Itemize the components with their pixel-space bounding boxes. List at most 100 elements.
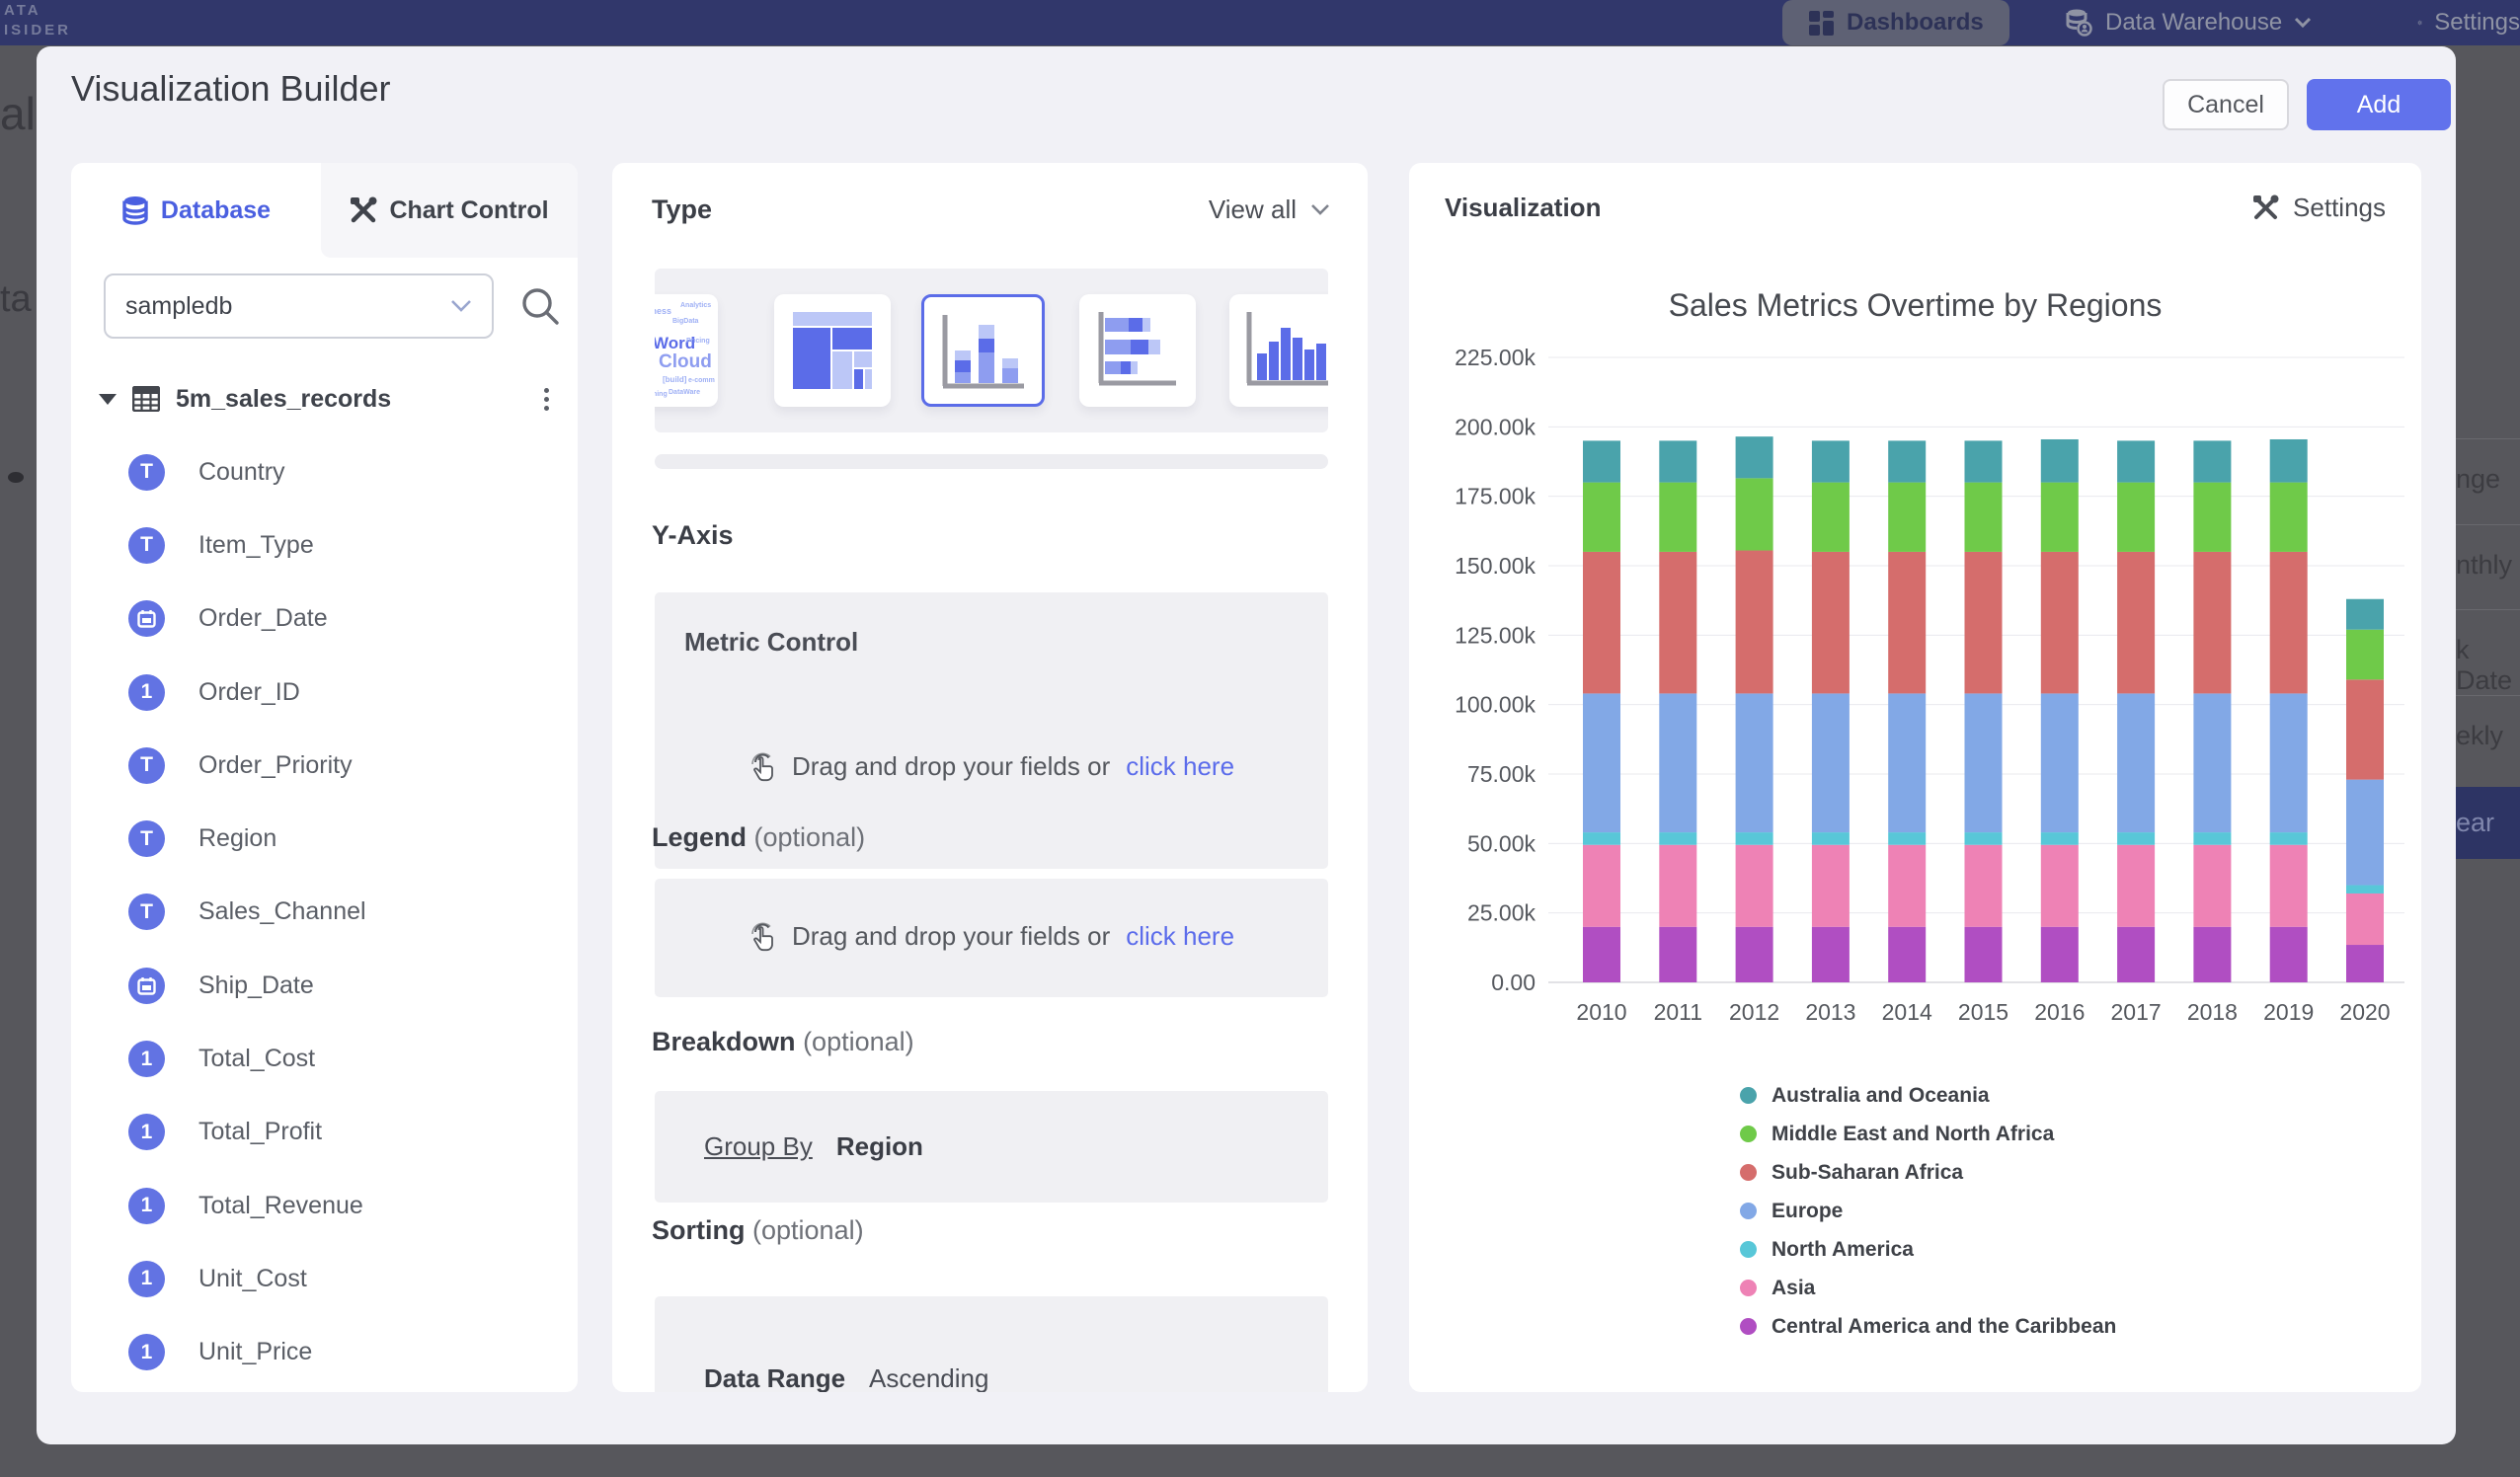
chart-type-treemap[interactable] — [774, 294, 891, 407]
bar-segment[interactable] — [1736, 478, 1773, 550]
bar-segment[interactable] — [2117, 440, 2155, 482]
chart-type-column[interactable] — [1229, 294, 1328, 407]
field-row-total_cost[interactable]: 1Total_Cost — [128, 1022, 563, 1095]
nav-settings[interactable]: Settings — [2417, 0, 2520, 45]
bar-segment[interactable] — [1812, 845, 1850, 927]
bar-segment[interactable] — [2041, 832, 2079, 845]
bar-segment[interactable] — [1583, 693, 1620, 832]
bar-segment[interactable] — [1736, 436, 1773, 478]
chart-type-stacked-column-selected[interactable] — [921, 294, 1045, 407]
chart-type-scrollbar[interactable] — [655, 454, 1328, 469]
app-logo[interactable]: ATA ISIDER — [4, 1, 71, 40]
bar-segment[interactable] — [1812, 927, 1850, 982]
cancel-button[interactable]: Cancel — [2163, 79, 2289, 130]
field-row-order_id[interactable]: 1Order_ID — [128, 656, 563, 729]
bar-segment[interactable] — [1888, 483, 1926, 552]
bar-segment[interactable] — [1583, 552, 1620, 693]
legend-item[interactable]: Central America and the Caribbean — [1740, 1307, 2116, 1346]
caret-down-icon[interactable] — [99, 394, 117, 405]
field-row-total_revenue[interactable]: 1Total_Revenue — [128, 1169, 563, 1242]
bar-segment[interactable] — [2117, 693, 2155, 832]
legend-item[interactable]: Europe — [1740, 1192, 2116, 1230]
bar-segment[interactable] — [1965, 440, 2003, 482]
bar-segment[interactable] — [2270, 845, 2308, 927]
field-row-country[interactable]: TCountry — [128, 435, 563, 508]
bar-segment[interactable] — [1659, 927, 1696, 982]
bar-segment[interactable] — [1659, 693, 1696, 832]
field-row-sales_channel[interactable]: TSales_Channel — [128, 876, 563, 949]
bar-segment[interactable] — [2193, 927, 2231, 982]
bar-segment[interactable] — [2270, 927, 2308, 982]
bar-segment[interactable] — [1888, 552, 1926, 693]
bar-segment[interactable] — [1736, 551, 1773, 694]
bar-segment[interactable] — [1583, 845, 1620, 927]
bar-segment[interactable] — [1736, 832, 1773, 845]
bar-segment[interactable] — [1659, 552, 1696, 693]
field-row-total_profit[interactable]: 1Total_Profit — [128, 1096, 563, 1169]
bar-segment[interactable] — [2041, 693, 2079, 832]
bar-segment[interactable] — [2270, 552, 2308, 693]
bar-segment[interactable] — [1812, 693, 1850, 832]
bar-segment[interactable] — [1888, 440, 1926, 482]
field-row-item_type[interactable]: TItem_Type — [128, 508, 563, 582]
metric-click-here-link[interactable]: click here — [1126, 751, 1234, 782]
tab-database[interactable]: Database — [71, 163, 321, 258]
bar-segment[interactable] — [1583, 440, 1620, 482]
bar-segment[interactable] — [1888, 693, 1926, 832]
bar-segment[interactable] — [1812, 440, 1850, 482]
bar-segment[interactable] — [1812, 832, 1850, 845]
bar-segment[interactable] — [1965, 693, 2003, 832]
search-icon[interactable] — [517, 283, 563, 329]
chart-type-word-cloud[interactable]: Word Cloud iness Analytics BigData Prici… — [655, 294, 718, 407]
bar-segment[interactable] — [2193, 483, 2231, 552]
legend-item[interactable]: North America — [1740, 1230, 2116, 1269]
bar-segment[interactable] — [1888, 832, 1926, 845]
sorting-direction[interactable]: Ascending — [869, 1363, 988, 1392]
table-tree-node[interactable]: 5m_sales_records — [99, 375, 553, 423]
bar-segment[interactable] — [1659, 845, 1696, 927]
bar-segment[interactable] — [1659, 832, 1696, 845]
field-row-unit_price[interactable]: 1Unit_Price — [128, 1316, 563, 1389]
bar-segment[interactable] — [2041, 927, 2079, 982]
field-row-unit_cost[interactable]: 1Unit_Cost — [128, 1242, 563, 1315]
bar-segment[interactable] — [1736, 693, 1773, 832]
bar-segment[interactable] — [2193, 552, 2231, 693]
bar-segment[interactable] — [2346, 679, 2384, 779]
field-row-order_priority[interactable]: TOrder_Priority — [128, 729, 563, 802]
bar-segment[interactable] — [1659, 483, 1696, 552]
group-by-link[interactable]: Group By — [704, 1131, 813, 1162]
bar-segment[interactable] — [2346, 780, 2384, 886]
sorting-dropzone[interactable]: Data Range Ascending — [655, 1296, 1328, 1392]
legend-item[interactable]: Asia — [1740, 1269, 2116, 1307]
bar-segment[interactable] — [2193, 693, 2231, 832]
bar-segment[interactable] — [1965, 845, 2003, 927]
nav-dashboards[interactable]: Dashboards — [1782, 0, 2009, 45]
bar-segment[interactable] — [1965, 483, 2003, 552]
bar-segment[interactable] — [1812, 483, 1850, 552]
add-button[interactable]: Add — [2307, 79, 2451, 130]
bar-segment[interactable] — [2117, 483, 2155, 552]
field-row-ship_date[interactable]: Ship_Date — [128, 949, 563, 1022]
view-all-dropdown[interactable]: View all — [1209, 194, 1330, 225]
breakdown-dropzone[interactable]: Group By Region — [655, 1091, 1328, 1203]
bar-segment[interactable] — [1965, 927, 2003, 982]
bar-segment[interactable] — [2346, 894, 2384, 945]
bar-segment[interactable] — [2346, 630, 2384, 680]
bar-segment[interactable] — [2193, 832, 2231, 845]
tab-chart-control[interactable]: Chart Control — [321, 163, 578, 258]
legend-item[interactable]: Sub-Saharan Africa — [1740, 1153, 2116, 1192]
bar-segment[interactable] — [1736, 927, 1773, 982]
database-select[interactable]: sampledb — [104, 273, 494, 339]
legend-item[interactable]: Australia and Oceania — [1740, 1076, 2116, 1115]
bar-segment[interactable] — [1583, 832, 1620, 845]
bar-segment[interactable] — [2041, 483, 2079, 552]
bar-segment[interactable] — [2117, 927, 2155, 982]
bar-segment[interactable] — [2117, 845, 2155, 927]
field-row-region[interactable]: TRegion — [128, 802, 563, 875]
bar-segment[interactable] — [2270, 439, 2308, 483]
bar-segment[interactable] — [1736, 845, 1773, 927]
bar-segment[interactable] — [2041, 552, 2079, 693]
field-row-order_date[interactable]: Order_Date — [128, 583, 563, 656]
legend-dropzone[interactable]: Drag and drop your fields or click here — [655, 879, 1328, 997]
chart-type-stacked-bar[interactable] — [1079, 294, 1196, 407]
